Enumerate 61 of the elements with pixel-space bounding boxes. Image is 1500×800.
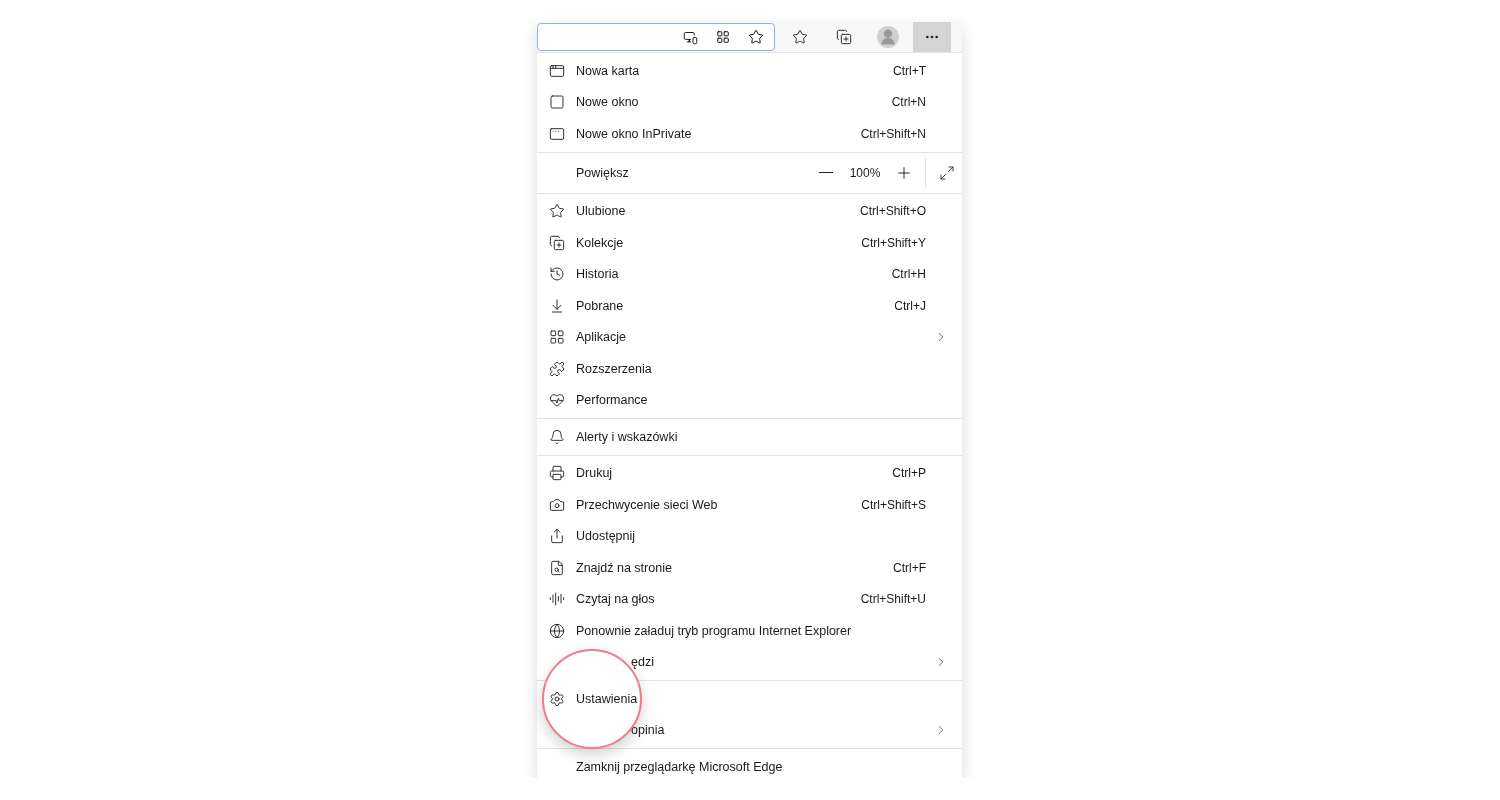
menu-item[interactable]: opinia xyxy=(631,723,665,738)
find-icon xyxy=(549,559,565,576)
menu-item[interactable]: Alerty i wskazówki xyxy=(576,429,678,444)
menu-item[interactable]: Ulubione xyxy=(576,204,626,219)
menu-item[interactable]: Ustawienia xyxy=(576,691,638,706)
shortcut-text: Ctrl+Shift+O xyxy=(859,204,926,219)
menu-item[interactable]: Drukuj xyxy=(576,466,613,481)
puzzle-icon xyxy=(549,360,565,377)
menu-item[interactable]: Znajdź na stronie xyxy=(576,560,672,575)
apps-grid-icon xyxy=(549,329,565,346)
audio-icon xyxy=(549,591,565,608)
shortcut-text: Ctrl+N xyxy=(891,95,926,110)
grid-icon[interactable] xyxy=(716,30,730,44)
tab-icon xyxy=(549,62,565,79)
menu-item[interactable]: Nowe okno InPrivate xyxy=(576,126,692,141)
zoom-value: 100% xyxy=(848,165,882,180)
star-icon xyxy=(549,203,565,220)
download-icon xyxy=(549,297,565,314)
shortcut-text: Ctrl+F xyxy=(893,560,926,575)
menu-item[interactable]: Pobrane xyxy=(576,298,624,313)
add-favorite-icon[interactable] xyxy=(748,29,764,45)
menu-item[interactable]: Ponownie załaduj tryb programu Internet Explorer xyxy=(576,623,852,638)
menu-item[interactable]: Nowe okno xyxy=(576,95,639,110)
camera-icon xyxy=(549,496,565,513)
shortcut-text: Ctrl+H xyxy=(891,267,926,282)
menu-item[interactable]: Kolekcje xyxy=(576,235,624,250)
history-icon xyxy=(549,266,565,283)
shortcut-text: Ctrl+Shift+Y xyxy=(861,235,926,250)
shortcut-text: Ctrl+J xyxy=(894,298,926,313)
menu-item[interactable]: Aplikacje xyxy=(576,330,627,345)
shortcut-text: Ctrl+Shift+N xyxy=(860,126,926,141)
collections-icon xyxy=(549,234,565,251)
menu-item[interactable]: Rozszerzenia xyxy=(576,361,652,376)
menu-item[interactable]: Udostępnij xyxy=(576,529,636,544)
avatar-icon xyxy=(877,26,899,48)
collections-icon xyxy=(836,29,852,45)
minus-icon xyxy=(819,172,833,173)
device-icon[interactable] xyxy=(683,29,698,45)
shortcut-text: Ctrl+P xyxy=(892,466,926,481)
menu-item[interactable]: Historia xyxy=(576,267,619,282)
printer-icon xyxy=(549,465,565,482)
window-icon xyxy=(549,94,565,111)
favorites-icon xyxy=(792,29,808,45)
menu-item[interactable]: Przechwycenie sieci Web xyxy=(576,497,718,512)
menu-item[interactable]: ędzi xyxy=(631,655,654,670)
menu-item[interactable]: Performance xyxy=(576,393,648,408)
expand-arrows-icon xyxy=(939,164,955,181)
private-window-icon xyxy=(549,125,565,142)
settings-icon xyxy=(549,690,565,707)
share-icon xyxy=(549,528,565,545)
shortcut-text: Ctrl+Shift+S xyxy=(861,497,926,512)
shortcut-text: Ctrl+Shift+U xyxy=(860,592,926,607)
menu-item[interactable]: Zamknij przeglądarkę Microsoft Edge xyxy=(576,759,783,774)
shortcut-text: Ctrl+T xyxy=(893,63,926,78)
menu-item[interactable]: Czytaj na głos xyxy=(576,592,655,607)
address-bar[interactable] xyxy=(537,23,775,51)
bell-icon xyxy=(549,428,565,445)
menu-item-label: Powiększ xyxy=(576,165,629,180)
globe-icon xyxy=(549,622,565,639)
heart-pulse-icon xyxy=(549,392,565,409)
menu-item[interactable]: Nowa karta xyxy=(576,63,640,78)
